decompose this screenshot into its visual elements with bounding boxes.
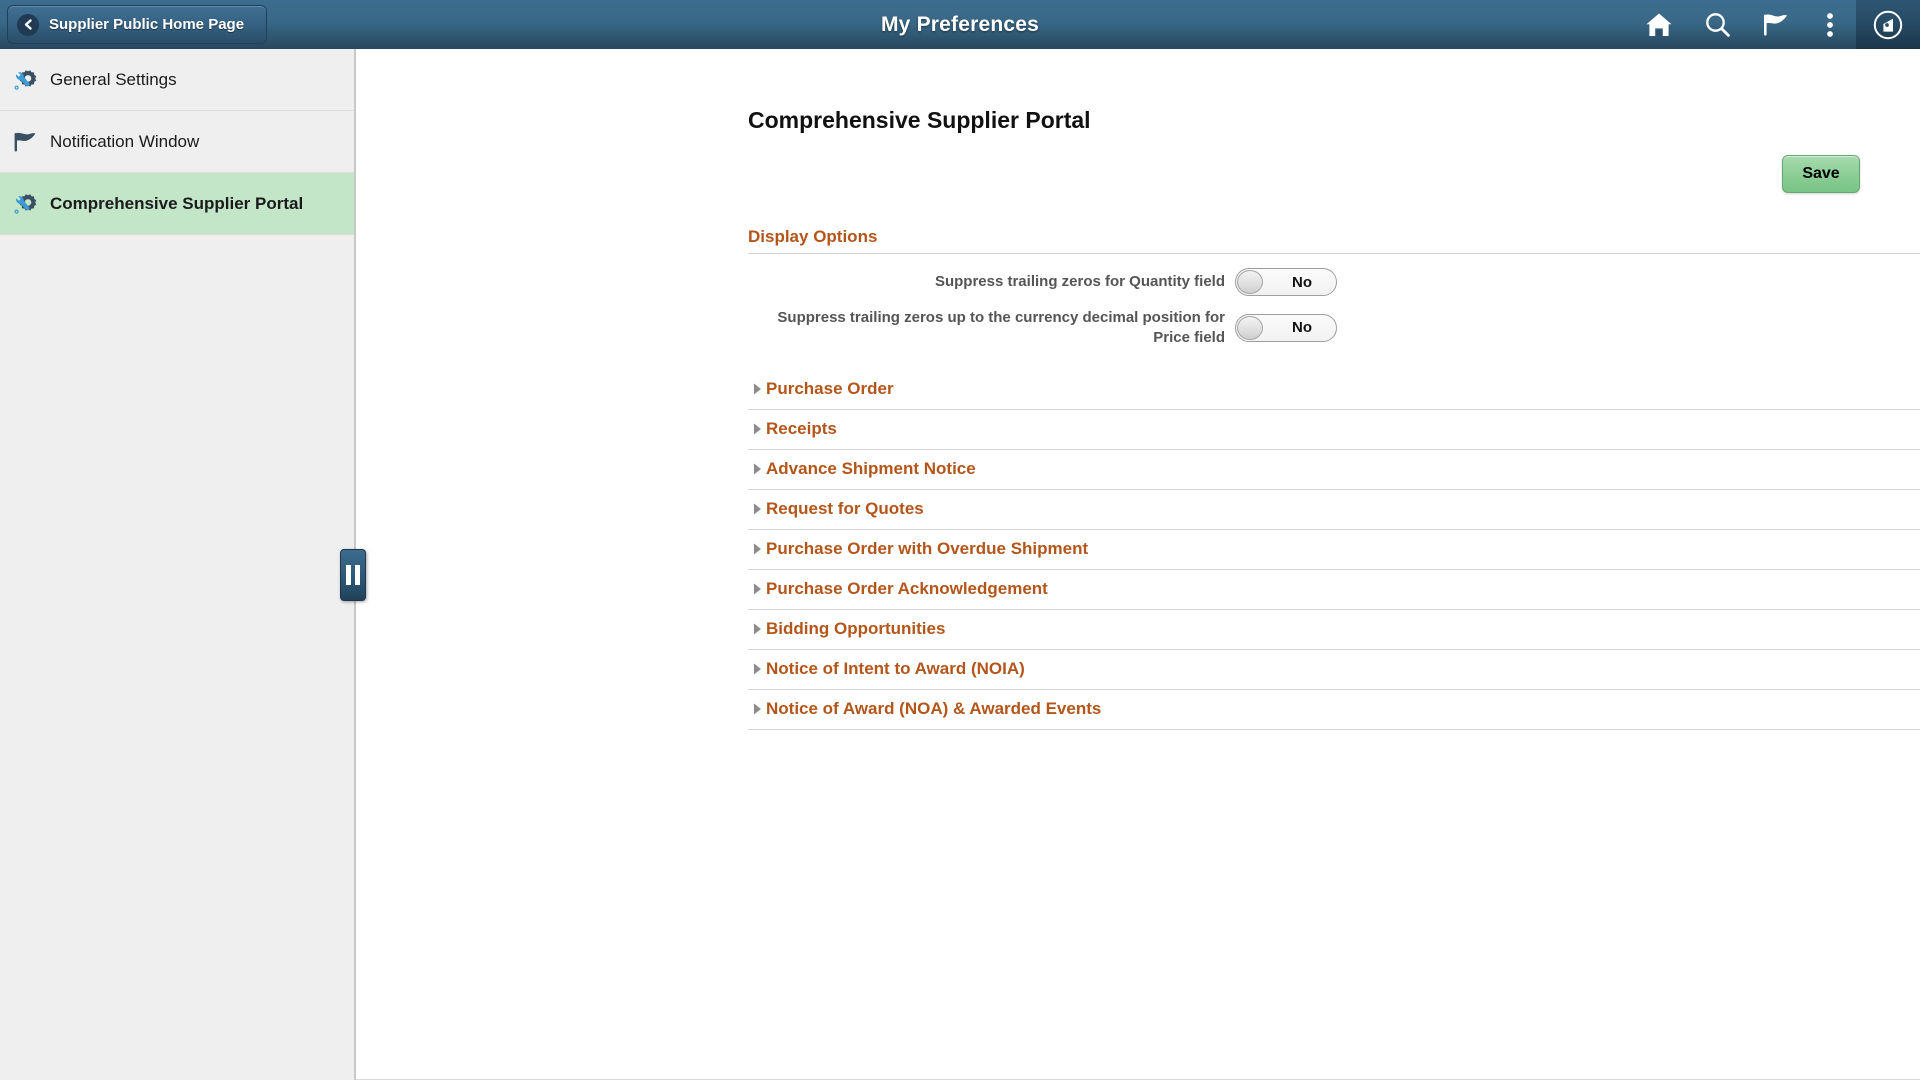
section-purchase-order-with-overdue-shipment[interactable]: Purchase Order with Overdue Shipment bbox=[748, 530, 1920, 570]
option-row-suppress-price: Suppress trailing zeros up to the curren… bbox=[748, 308, 1905, 348]
chevron-right-icon bbox=[748, 383, 766, 395]
section-label: Receipts bbox=[766, 419, 837, 439]
section-request-for-quotes[interactable]: Request for Quotes bbox=[748, 490, 1920, 530]
option-row-suppress-quantity: Suppress trailing zeros for Quantity fie… bbox=[748, 268, 1905, 296]
option-label: Suppress trailing zeros up to the curren… bbox=[777, 309, 1225, 346]
chevron-right-icon bbox=[748, 423, 766, 435]
search-icon[interactable] bbox=[1688, 0, 1746, 49]
chevron-right-icon bbox=[748, 703, 766, 715]
section-label: Bidding Opportunities bbox=[766, 619, 946, 639]
actions-kebab-icon[interactable] bbox=[1804, 0, 1856, 49]
navbar-icon-group bbox=[1630, 0, 1920, 49]
collapse-bar-right bbox=[355, 565, 360, 585]
section-label: Purchase Order Acknowledgement bbox=[766, 579, 1048, 599]
sidebar-collapse-handle[interactable] bbox=[340, 549, 366, 601]
preferences-sidebar: General Settings Notification Window Com… bbox=[0, 49, 366, 1080]
chevron-right-icon bbox=[748, 463, 766, 475]
section-bidding-opportunities[interactable]: Bidding Opportunities bbox=[748, 610, 1920, 650]
preferences-sections: Display Options Suppress trailing zeros … bbox=[748, 227, 1920, 730]
wrench-gear-icon bbox=[8, 65, 42, 95]
save-button[interactable]: Save bbox=[1782, 155, 1860, 193]
sidebar-item-label: Notification Window bbox=[50, 131, 200, 151]
top-navigation-bar: Supplier Public Home Page My Preferences bbox=[0, 0, 1920, 49]
toggle-knob bbox=[1237, 315, 1263, 340]
nav-bar-icon[interactable] bbox=[1856, 0, 1920, 49]
section-receipts[interactable]: Receipts bbox=[748, 410, 1920, 450]
section-advance-shipment-notice[interactable]: Advance Shipment Notice bbox=[748, 450, 1920, 490]
toggle-suppress-trailing-zeros-price[interactable]: No bbox=[1235, 313, 1337, 342]
flag-icon[interactable] bbox=[1746, 0, 1804, 49]
section-label: Purchase Order with Overdue Shipment bbox=[766, 539, 1089, 559]
section-notice-of-award-and-awarded-events[interactable]: Notice of Award (NOA) & Awarded Events bbox=[748, 690, 1920, 730]
chevron-right-icon bbox=[748, 543, 766, 555]
wrench-gear-icon bbox=[8, 189, 42, 219]
sidebar-item-comprehensive-supplier-portal[interactable]: Comprehensive Supplier Portal bbox=[0, 173, 354, 235]
section-purchase-order-acknowledgement[interactable]: Purchase Order Acknowledgement bbox=[748, 570, 1920, 610]
section-label: Advance Shipment Notice bbox=[766, 459, 976, 479]
section-purchase-order[interactable]: Purchase Order bbox=[748, 370, 1920, 410]
chevron-right-icon bbox=[748, 583, 766, 595]
section-label: Notice of Award (NOA) & Awarded Events bbox=[766, 699, 1102, 719]
sidebar-item-notification-window[interactable]: Notification Window bbox=[0, 111, 354, 173]
chevron-right-icon bbox=[748, 663, 766, 675]
chevron-right-icon bbox=[748, 503, 766, 515]
sidebar-item-label: Comprehensive Supplier Portal bbox=[50, 193, 304, 213]
toggle-knob bbox=[1237, 270, 1263, 294]
page-title: Comprehensive Supplier Portal bbox=[748, 107, 1091, 133]
toggle-suppress-trailing-zeros-quantity[interactable]: No bbox=[1235, 268, 1337, 296]
home-icon[interactable] bbox=[1630, 0, 1688, 49]
back-to-supplier-public-home-page-button[interactable]: Supplier Public Home Page bbox=[7, 5, 268, 44]
toggle-value: No bbox=[1292, 273, 1312, 291]
sidebar-item-label: General Settings bbox=[50, 69, 177, 89]
page-body: General Settings Notification Window Com… bbox=[0, 49, 1920, 1080]
option-label: Suppress trailing zeros for Quantity fie… bbox=[934, 273, 1225, 291]
sidebar-item-general-settings[interactable]: General Settings bbox=[0, 49, 354, 111]
display-options-heading: Display Options bbox=[748, 227, 1920, 254]
back-button-label: Supplier Public Home Page bbox=[49, 16, 245, 33]
flag-icon bbox=[8, 127, 42, 157]
chevron-left-icon bbox=[17, 13, 39, 36]
display-options-rows: Suppress trailing zeros for Quantity fie… bbox=[748, 268, 1905, 348]
section-label: Notice of Intent to Award (NOIA) bbox=[766, 659, 1025, 679]
toggle-value: No bbox=[1292, 319, 1312, 337]
section-notice-of-intent-to-award[interactable]: Notice of Intent to Award (NOIA) bbox=[748, 650, 1920, 690]
section-label: Purchase Order bbox=[766, 379, 894, 399]
chevron-right-icon bbox=[748, 623, 766, 635]
main-content-area: Comprehensive Supplier Portal Save Displ… bbox=[356, 49, 1920, 1080]
section-label: Request for Quotes bbox=[766, 499, 924, 519]
collapse-bar-left bbox=[346, 565, 351, 585]
